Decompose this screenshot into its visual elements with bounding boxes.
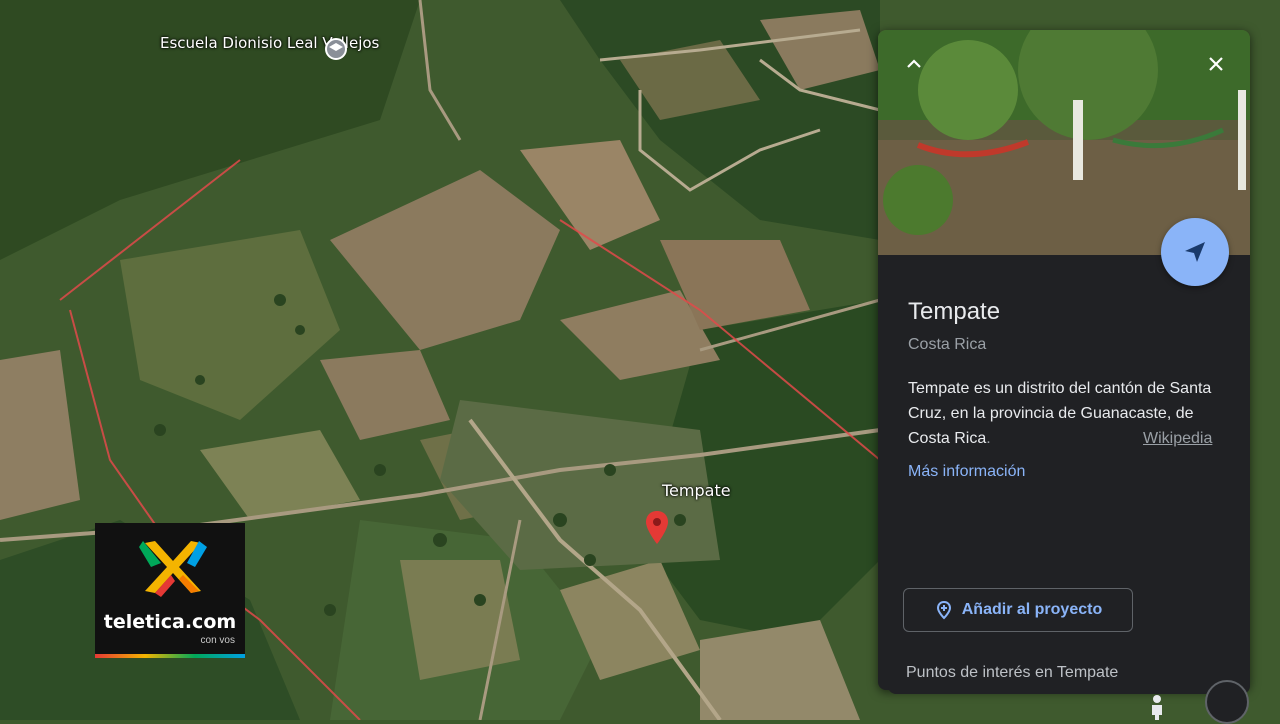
close-icon[interactable]	[1198, 46, 1234, 82]
teletica-logo: teletica.com con vos	[95, 523, 245, 658]
points-of-interest-bar[interactable]: Puntos de interés en Tempate	[888, 654, 1250, 694]
more-info-link[interactable]: Más información	[908, 463, 1025, 481]
school-icon[interactable]	[325, 38, 347, 60]
add-location-icon	[936, 600, 951, 620]
brand-color-bar	[95, 654, 245, 658]
place-description: Tempate es un distrito del cantón de San…	[908, 376, 1228, 451]
map-pin-icon[interactable]	[644, 510, 670, 546]
brand-tagline: con vos	[200, 635, 235, 646]
poi-school-label[interactable]: Escuela Dionisio Leal Vallejos	[160, 33, 379, 53]
place-info-panel: Tempate Costa Rica Tempate es un distrit…	[878, 30, 1250, 690]
brand-name: teletica.com	[103, 611, 237, 633]
add-button-label: Añadir al proyecto	[961, 601, 1103, 618]
wikipedia-link[interactable]: Wikipedia	[1143, 426, 1212, 451]
compass-icon[interactable]	[1205, 680, 1249, 724]
points-of-interest-label: Puntos de interés en Tempate	[906, 664, 1119, 681]
description-fade: .	[986, 430, 991, 447]
place-title: Tempate	[908, 298, 1001, 325]
send-icon[interactable]	[1161, 218, 1229, 286]
town-label[interactable]: Tempate	[662, 481, 731, 500]
chevron-up-icon[interactable]	[896, 46, 932, 82]
teletica-x-mark	[139, 541, 207, 597]
pegman-icon[interactable]	[1144, 693, 1170, 720]
add-to-project-button[interactable]: Añadir al proyecto	[903, 588, 1133, 632]
place-country: Costa Rica	[908, 336, 987, 353]
